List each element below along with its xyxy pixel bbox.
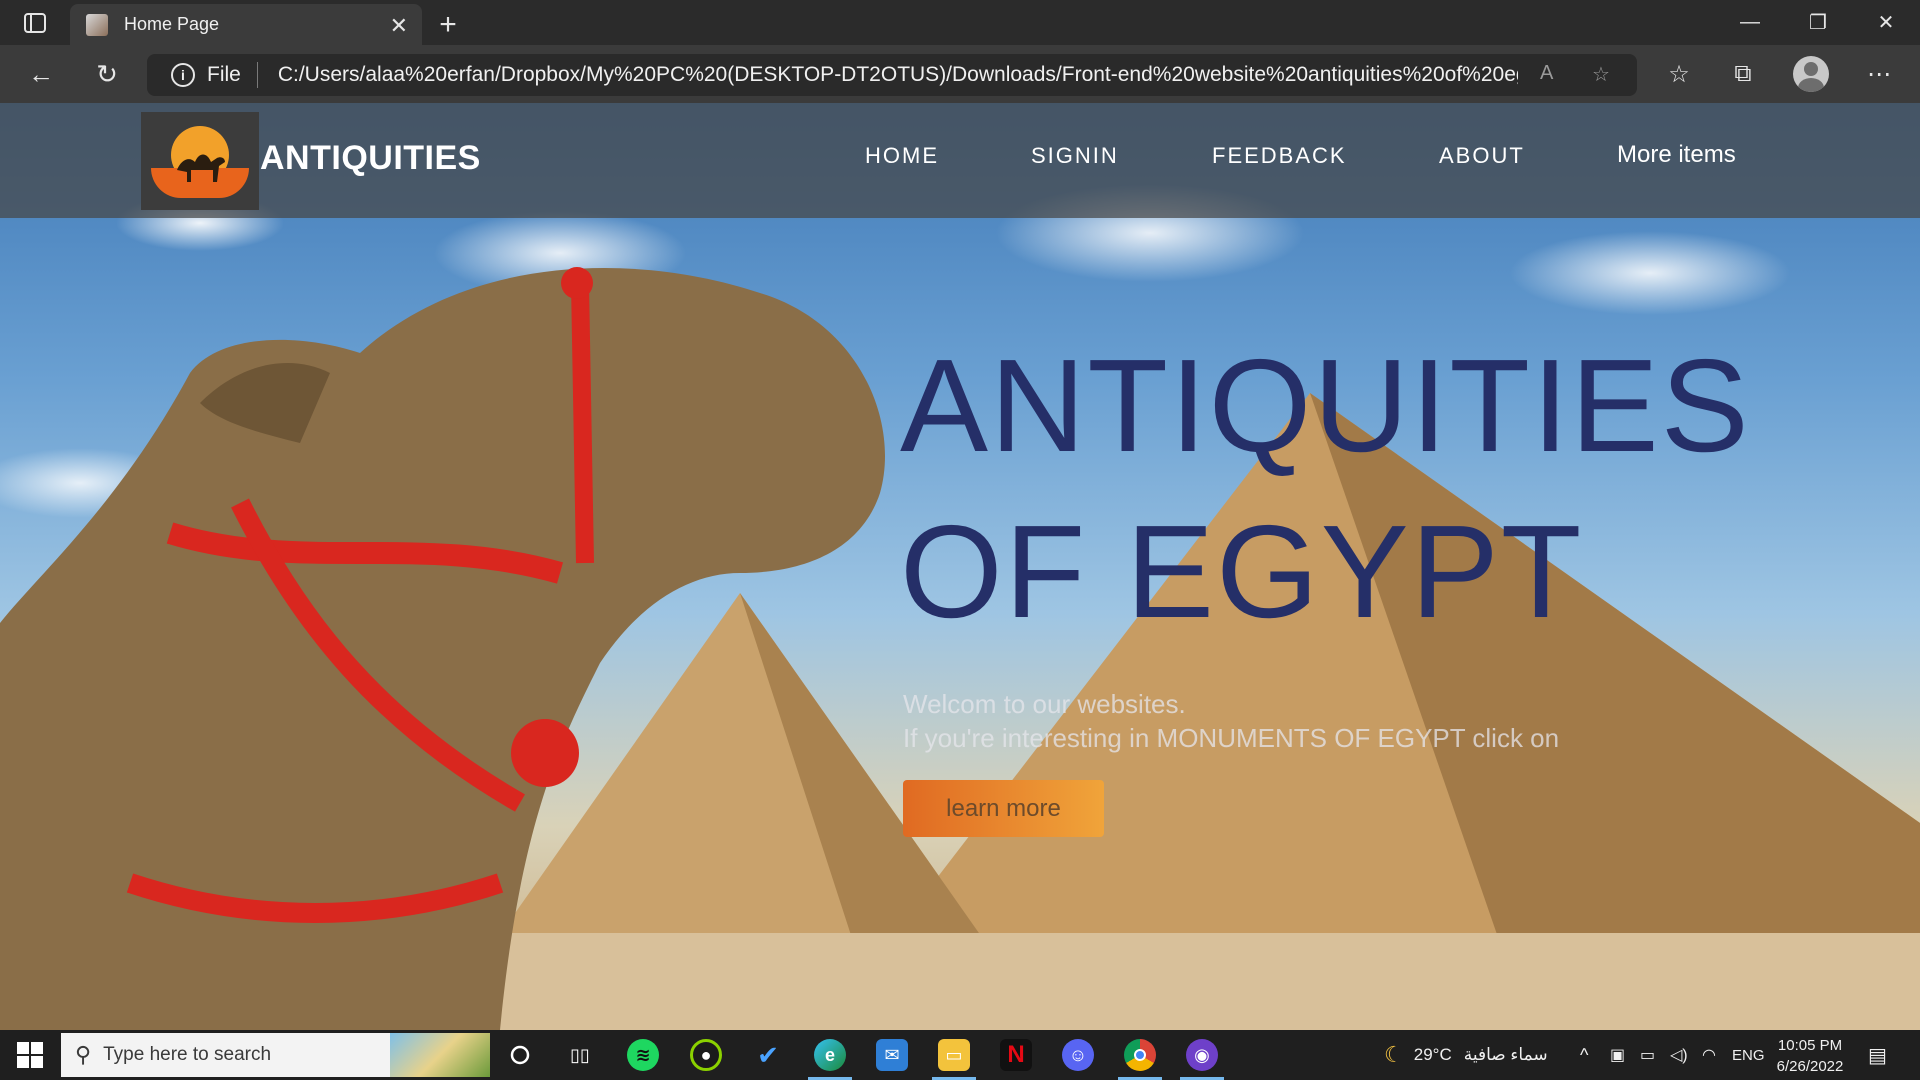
hero-subtitle: Welcom to our websites. If you're intere… [903, 687, 1559, 755]
profile-button[interactable] [1782, 45, 1840, 103]
hero-subtitle-line2: If you're interesting in MONUMENTS OF EG… [903, 723, 1560, 753]
system-clock[interactable]: 10:05 PM 6/26/2022 [1770, 1035, 1850, 1077]
restore-icon[interactable]: ❐ [1784, 0, 1852, 45]
discord-icon[interactable]: ☺ [1062, 1039, 1094, 1071]
file-label: File [207, 63, 241, 86]
moon-icon: ☾ [1384, 1042, 1404, 1067]
weather-widget[interactable]: ☾ 29°C سماء صافية [1384, 1030, 1548, 1080]
weather-temp: 29°C [1413, 1045, 1452, 1064]
add-favorite-icon[interactable]: ☆ [1592, 62, 1610, 87]
refresh-icon[interactable]: ↻ [74, 45, 140, 103]
mail-icon[interactable]: ✉ [876, 1039, 908, 1071]
address-bar[interactable]: i File C:/Users/alaa%20erfan/Dropbox/My%… [147, 54, 1637, 96]
collections-icon[interactable]: ⧉ [1714, 45, 1772, 103]
close-tab-icon[interactable]: ✕ [390, 13, 408, 39]
hero-title: ANTIQUITIES OF EGYPT [900, 323, 1751, 655]
search-icon: ⚲ [75, 1042, 92, 1067]
hero-subtitle-line1: Welcom to our websites. [903, 689, 1186, 719]
language-indicator[interactable]: ENG [1732, 1030, 1765, 1080]
hero-title-line2: OF EGYPT [900, 498, 1584, 645]
new-tab-button[interactable]: + [422, 4, 474, 45]
task-view-icon[interactable]: ▯▯ [564, 1039, 596, 1071]
todo-icon[interactable]: ✔ [752, 1039, 784, 1071]
read-aloud-icon[interactable]: A [1540, 62, 1553, 85]
back-icon[interactable]: ← [8, 45, 74, 103]
clock-date: 6/26/2022 [1776, 1058, 1844, 1075]
tab-title: Home Page [124, 14, 220, 34]
taskbar-search-box[interactable]: ⚲ Type here to search [61, 1033, 490, 1077]
search-placeholder: Type here to search [103, 1044, 272, 1065]
info-icon[interactable]: i [171, 63, 195, 87]
volume-icon[interactable]: ◁) [1670, 1030, 1688, 1080]
hero-title-line1: ANTIQUITIES [900, 332, 1751, 479]
show-hidden-icons-icon[interactable]: ^ [1580, 1030, 1588, 1080]
web-page: ANTIQUITIES HOME SIGNIN FEEDBACK ABOUT M… [0, 103, 1920, 1030]
notification-icon[interactable]: ▤ [1868, 1030, 1887, 1080]
site-brand[interactable]: ANTIQUITIES [260, 139, 481, 178]
spotify-icon[interactable]: ≋ [627, 1039, 659, 1071]
tab-home-page[interactable]: Home Page ✕ [70, 4, 422, 45]
learn-more-button[interactable]: learn more [903, 780, 1104, 837]
screen: Home Page ✕ + — ❐ ✕ ← ↻ i File C:/Users/… [0, 0, 1920, 1080]
bridle-nose [571, 282, 594, 564]
start-button[interactable] [8, 1039, 52, 1071]
url-text[interactable]: C:/Users/alaa%20erfan/Dropbox/My%20PC%20… [278, 63, 1518, 87]
close-window-icon[interactable]: ✕ [1852, 0, 1920, 45]
separator [256, 62, 258, 88]
meet-now-icon[interactable]: ▣ [1610, 1030, 1625, 1080]
logo-camel-icon [177, 154, 225, 182]
nav-about-link[interactable]: ABOUT [1439, 143, 1525, 169]
nav-feedback-link[interactable]: FEEDBACK [1212, 143, 1347, 169]
windows-taskbar: ⚲ Type here to search ▯▯ ≋ ● ✔ e ✉ ▭ N ☺… [0, 1030, 1920, 1080]
site-navbar: ANTIQUITIES HOME SIGNIN FEEDBACK ABOUT M… [0, 103, 1920, 218]
github-icon[interactable]: ◉ [1186, 1039, 1218, 1071]
nav-home-link[interactable]: HOME [865, 143, 939, 169]
edge-icon[interactable]: e [814, 1039, 846, 1071]
more-options-icon[interactable]: ⋯ [1850, 45, 1908, 103]
weather-text: سماء صافية [1463, 1045, 1548, 1064]
cortana-icon[interactable] [504, 1039, 536, 1071]
file-explorer-icon[interactable]: ▭ [938, 1039, 970, 1071]
netflix-icon[interactable]: N [1000, 1039, 1032, 1071]
nav-more-items-link[interactable]: More items [1617, 141, 1736, 169]
avatar [1793, 56, 1829, 92]
favicon-icon [86, 13, 108, 36]
battery-icon[interactable]: ▭ [1640, 1030, 1655, 1080]
bridle-tassel [561, 267, 593, 299]
search-highlight-image [390, 1033, 490, 1077]
minimize-icon[interactable]: — [1716, 0, 1784, 45]
browser-toolbar: ← ↻ i File C:/Users/alaa%20erfan/Dropbox… [0, 45, 1920, 103]
favorites-icon[interactable]: ☆ [1650, 45, 1708, 103]
nav-signin-link[interactable]: SIGNIN [1031, 143, 1119, 169]
site-logo[interactable] [141, 112, 259, 210]
clock-time: 10:05 PM [1777, 1037, 1843, 1054]
app-icon[interactable]: ● [690, 1039, 722, 1071]
browser-tab-bar: Home Page ✕ + [0, 0, 1920, 45]
tab-actions-icon[interactable] [0, 0, 70, 45]
chrome-icon[interactable] [1124, 1039, 1156, 1071]
bridle-pompom [511, 719, 579, 787]
wifi-icon[interactable]: ◠ [1702, 1030, 1716, 1080]
